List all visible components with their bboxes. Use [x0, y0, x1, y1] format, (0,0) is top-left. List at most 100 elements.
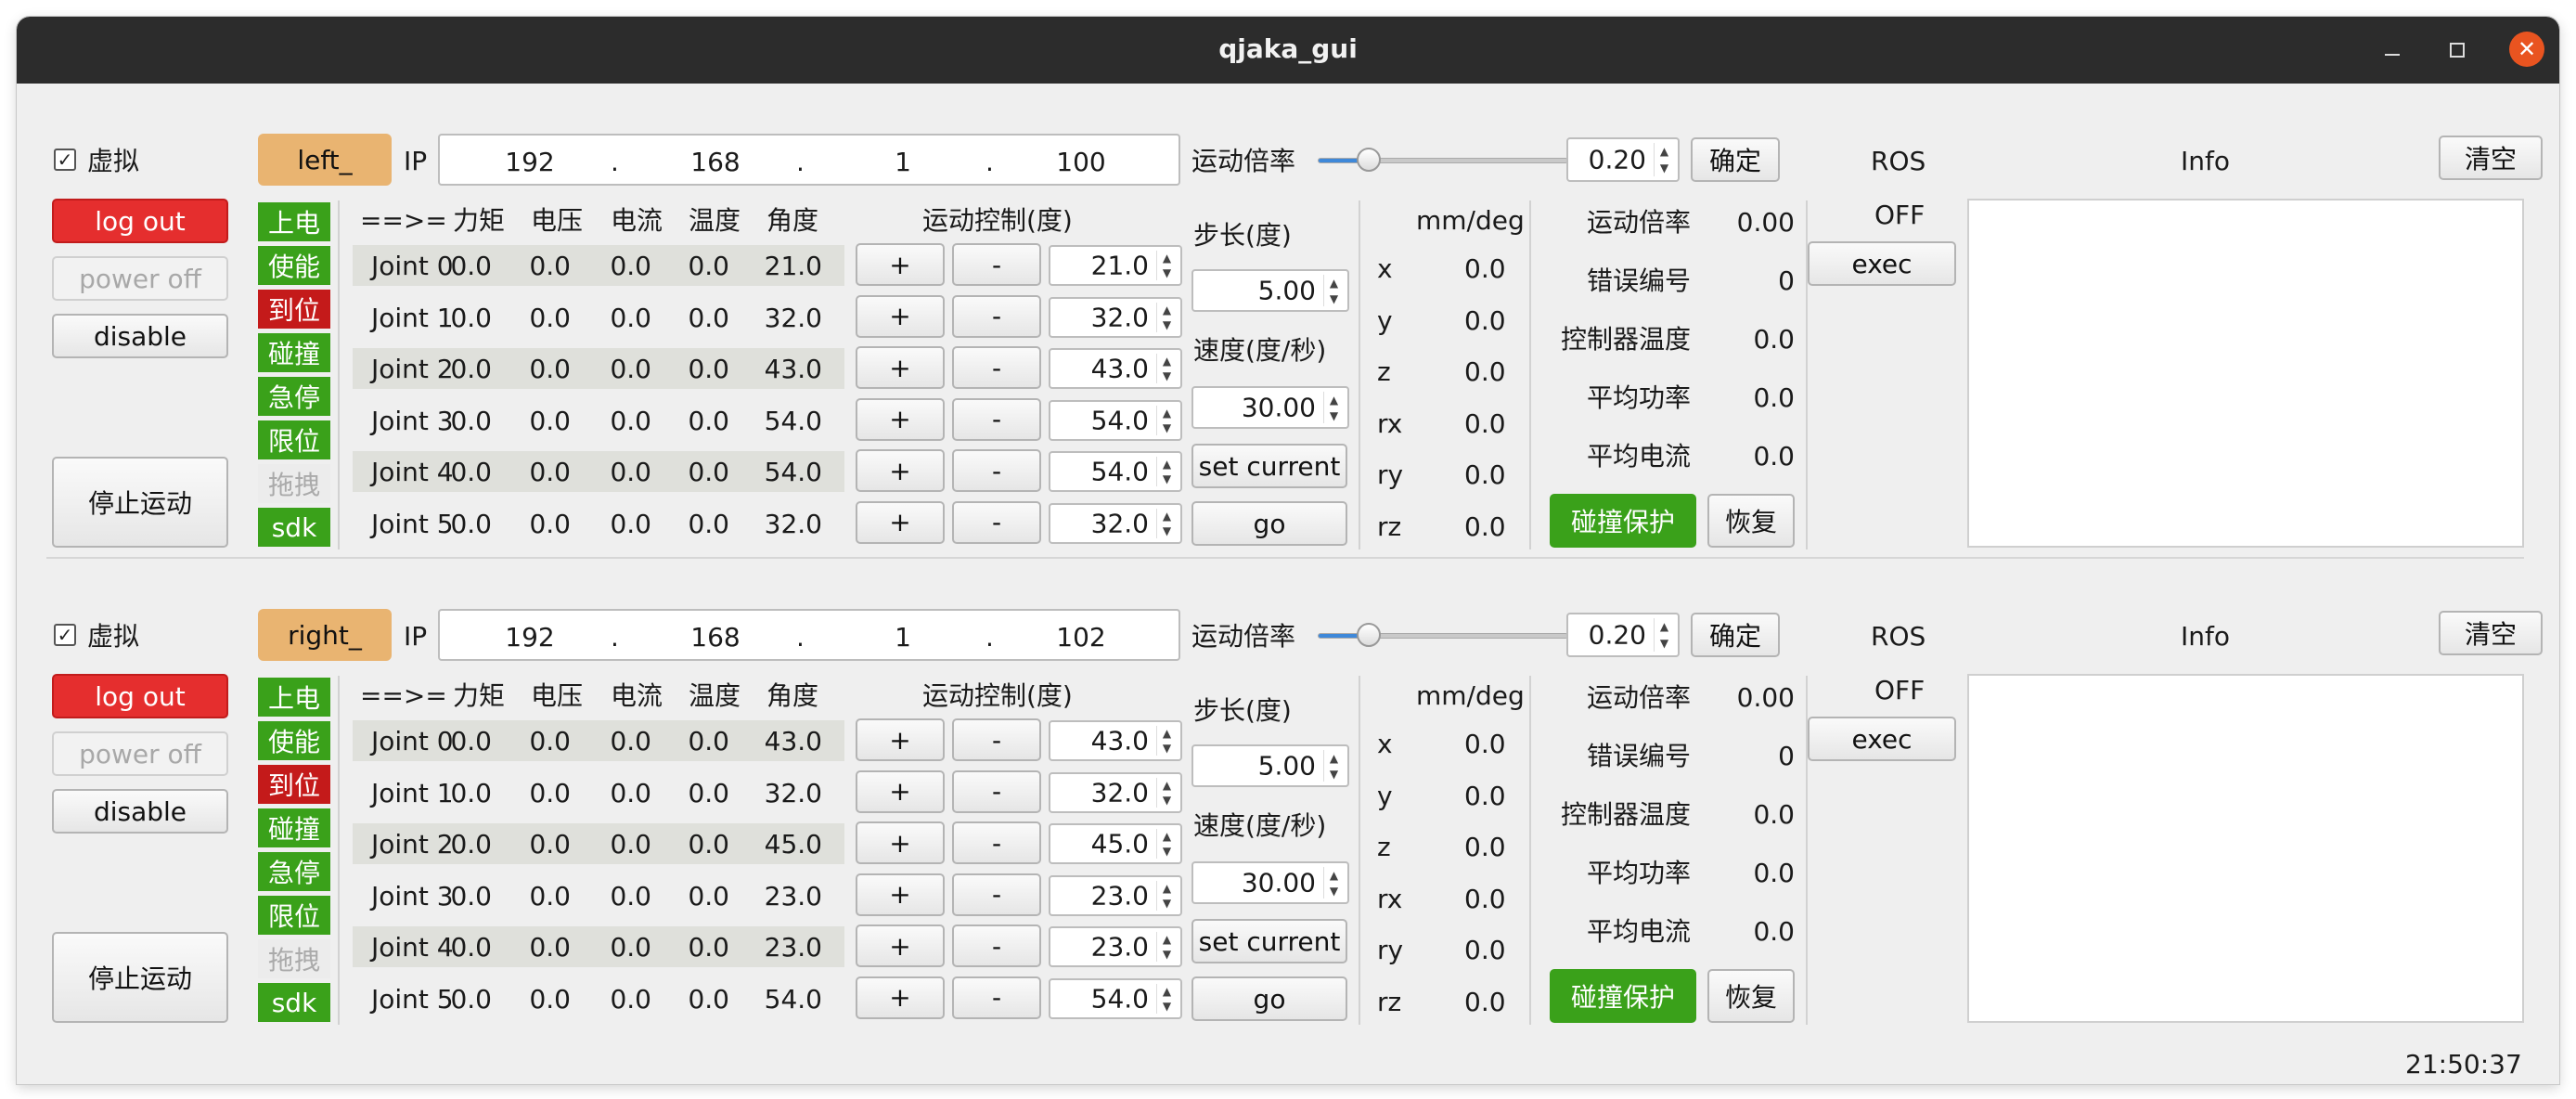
joint-plus-button[interactable]: +: [856, 924, 945, 967]
spin-up-icon[interactable]: ▲: [1163, 830, 1171, 843]
joint-target-spinbox[interactable]: 23.0 ▲ ▼: [1049, 874, 1182, 916]
close-button[interactable]: ✕: [2509, 32, 2544, 67]
spin-up-icon[interactable]: ▲: [1163, 510, 1171, 523]
spin-down-icon[interactable]: ▼: [1163, 1000, 1171, 1013]
spin-up-icon[interactable]: ▲: [1163, 355, 1171, 368]
spin-arrows[interactable]: ▲ ▼: [1156, 302, 1177, 332]
joint-minus-button[interactable]: -: [952, 500, 1041, 544]
spin-arrows[interactable]: ▲ ▼: [1156, 829, 1177, 859]
ip-octet[interactable]: 192: [499, 622, 560, 653]
joint-plus-button[interactable]: +: [856, 873, 945, 916]
joint-minus-button[interactable]: -: [952, 976, 1041, 1019]
disable-button[interactable]: disable: [52, 314, 228, 358]
spin-arrows[interactable]: ▲ ▼: [1156, 777, 1177, 808]
stop-motion-button[interactable]: 停止运动: [52, 932, 228, 1023]
spin-arrows[interactable]: ▲ ▼: [1156, 354, 1177, 383]
spin-down-icon[interactable]: ▼: [1330, 409, 1338, 422]
confirm-button[interactable]: 确定: [1691, 137, 1780, 182]
slider-handle[interactable]: [1357, 148, 1381, 172]
spin-down-icon[interactable]: ▼: [1163, 421, 1171, 434]
speed-ratio-slider[interactable]: [1318, 148, 1568, 172]
joint-target-spinbox[interactable]: 54.0 ▲ ▼: [1049, 451, 1182, 492]
joint-minus-button[interactable]: -: [952, 924, 1041, 967]
recover-button[interactable]: 恢复: [1707, 969, 1795, 1023]
spin-up-icon[interactable]: ▲: [1330, 752, 1338, 765]
power-off-button[interactable]: power off: [52, 731, 228, 776]
joint-minus-button[interactable]: -: [952, 243, 1041, 286]
joint-minus-button[interactable]: -: [952, 769, 1041, 813]
spin-up-icon[interactable]: ▲: [1163, 407, 1171, 420]
minimize-button[interactable]: [2376, 33, 2409, 67]
spin-down-icon[interactable]: ▼: [1163, 266, 1171, 279]
set-current-button[interactable]: set current: [1191, 919, 1347, 963]
spin-up-icon[interactable]: ▲: [1163, 458, 1171, 471]
spin-down-icon[interactable]: ▼: [1660, 162, 1668, 175]
collision-protect-button[interactable]: 碰撞保护: [1550, 969, 1696, 1023]
disable-button[interactable]: disable: [52, 789, 228, 834]
ip-input[interactable]: 192 168 1 102...: [438, 609, 1180, 661]
spin-arrows[interactable]: ▲ ▼: [1323, 750, 1344, 782]
joint-target-spinbox[interactable]: 32.0 ▲ ▼: [1049, 296, 1182, 338]
recover-button[interactable]: 恢复: [1707, 494, 1795, 548]
spin-arrows[interactable]: ▲ ▼: [1156, 880, 1177, 911]
joint-minus-button[interactable]: -: [952, 397, 1041, 441]
ip-octet[interactable]: 168: [685, 622, 746, 653]
speed-ratio-slider[interactable]: [1318, 623, 1568, 647]
spin-down-icon[interactable]: ▼: [1163, 897, 1171, 910]
virtual-checkbox[interactable]: ✓: [54, 624, 76, 646]
joint-target-spinbox[interactable]: 23.0 ▲ ▼: [1049, 926, 1182, 967]
go-button[interactable]: go: [1191, 976, 1347, 1021]
joint-plus-button[interactable]: +: [856, 976, 945, 1019]
spin-arrows[interactable]: ▲ ▼: [1156, 457, 1177, 486]
spin-arrows[interactable]: ▲ ▼: [1156, 508, 1177, 538]
confirm-button[interactable]: 确定: [1691, 613, 1780, 657]
spin-down-icon[interactable]: ▼: [1330, 292, 1338, 305]
joint-target-spinbox[interactable]: 43.0 ▲ ▼: [1049, 720, 1182, 761]
joint-plus-button[interactable]: +: [856, 397, 945, 441]
speed-spinbox[interactable]: 30.00 ▲ ▼: [1191, 386, 1349, 429]
spin-arrows[interactable]: ▲ ▼: [1156, 932, 1177, 962]
spin-arrows[interactable]: ▲ ▼: [1654, 143, 1674, 176]
speed-spinbox[interactable]: 30.00 ▲ ▼: [1191, 861, 1349, 904]
ip-input[interactable]: 192 168 1 100...: [438, 134, 1180, 186]
go-button[interactable]: go: [1191, 501, 1347, 546]
spin-down-icon[interactable]: ▼: [1330, 768, 1338, 781]
joint-plus-button[interactable]: +: [856, 449, 945, 492]
speed-ratio-spinbox[interactable]: 0.20 ▲ ▼: [1566, 613, 1680, 657]
joint-plus-button[interactable]: +: [856, 500, 945, 544]
joint-minus-button[interactable]: -: [952, 346, 1041, 389]
spin-arrows[interactable]: ▲ ▼: [1156, 726, 1177, 756]
clear-button[interactable]: 清空: [2439, 136, 2543, 180]
logout-button[interactable]: log out: [52, 199, 228, 243]
joint-plus-button[interactable]: +: [856, 821, 945, 864]
ip-octet[interactable]: 192: [499, 147, 560, 177]
spin-arrows[interactable]: ▲ ▼: [1323, 392, 1344, 423]
info-log-area[interactable]: [1967, 199, 2524, 548]
clear-button[interactable]: 清空: [2439, 611, 2543, 655]
virtual-checkbox[interactable]: ✓: [54, 149, 76, 171]
spin-up-icon[interactable]: ▲: [1330, 277, 1338, 290]
joint-minus-button[interactable]: -: [952, 873, 1041, 916]
step-spinbox[interactable]: 5.00 ▲ ▼: [1191, 269, 1349, 312]
spin-down-icon[interactable]: ▼: [1163, 318, 1171, 331]
ip-octet[interactable]: 1: [872, 622, 934, 653]
ip-octet[interactable]: 102: [1050, 622, 1112, 653]
spin-up-icon[interactable]: ▲: [1163, 727, 1171, 740]
joint-plus-button[interactable]: +: [856, 294, 945, 338]
joint-minus-button[interactable]: -: [952, 294, 1041, 338]
joint-target-spinbox[interactable]: 54.0 ▲ ▼: [1049, 399, 1182, 441]
joint-target-spinbox[interactable]: 32.0 ▲ ▼: [1049, 771, 1182, 813]
ip-octet[interactable]: 168: [685, 147, 746, 177]
spin-up-icon[interactable]: ▲: [1660, 145, 1668, 158]
spin-arrows[interactable]: ▲ ▼: [1323, 275, 1344, 306]
spin-down-icon[interactable]: ▼: [1163, 845, 1171, 858]
spin-arrows[interactable]: ▲ ▼: [1156, 983, 1177, 1014]
spin-up-icon[interactable]: ▲: [1163, 304, 1171, 317]
joint-minus-button[interactable]: -: [952, 718, 1041, 761]
logout-button[interactable]: log out: [52, 674, 228, 718]
slider-handle[interactable]: [1357, 623, 1381, 647]
joint-minus-button[interactable]: -: [952, 449, 1041, 492]
spin-arrows[interactable]: ▲ ▼: [1654, 618, 1674, 652]
joint-target-spinbox[interactable]: 43.0 ▲ ▼: [1049, 348, 1182, 389]
ip-octet[interactable]: 100: [1050, 147, 1112, 177]
